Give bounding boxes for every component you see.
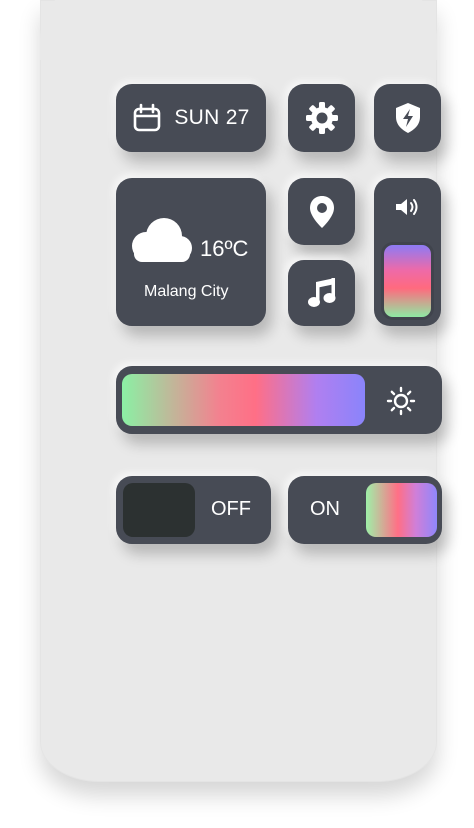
sun-icon: [386, 386, 416, 416]
toggle-off-label: OFF: [211, 498, 251, 520]
shield-bolt-icon: [395, 103, 420, 133]
phone-frame: SUN 27 16ºC Malang City OFF ON: [40, 0, 442, 782]
music-note-icon: [307, 278, 335, 307]
date-label: SUN 27: [174, 106, 250, 129]
toggle-on-knob[interactable]: [366, 483, 437, 537]
temperature-label: 16ºC: [200, 236, 249, 261]
security-button[interactable]: [374, 84, 441, 152]
volume-level-fill[interactable]: [381, 242, 434, 320]
gear-icon: [305, 102, 338, 134]
city-label: Malang City: [144, 283, 229, 300]
toggle-on-label: ON: [310, 498, 340, 520]
brightness-level-fill[interactable]: [122, 374, 365, 426]
toggle-on-switch[interactable]: ON: [288, 476, 442, 544]
calendar-icon: [134, 103, 161, 132]
location-pin-icon: [309, 195, 334, 228]
cloud-icon: [132, 218, 192, 262]
brightness-slider[interactable]: [116, 366, 442, 434]
toggle-off-knob[interactable]: [123, 483, 195, 537]
volume-slider[interactable]: [374, 178, 441, 326]
music-button[interactable]: [288, 260, 355, 326]
speaker-icon: [396, 199, 418, 215]
date-widget[interactable]: SUN 27: [116, 84, 266, 152]
location-button[interactable]: [288, 178, 355, 245]
toggle-off-switch[interactable]: OFF: [116, 476, 271, 544]
weather-widget[interactable]: 16ºC Malang City: [116, 178, 266, 326]
settings-button[interactable]: [288, 84, 355, 152]
